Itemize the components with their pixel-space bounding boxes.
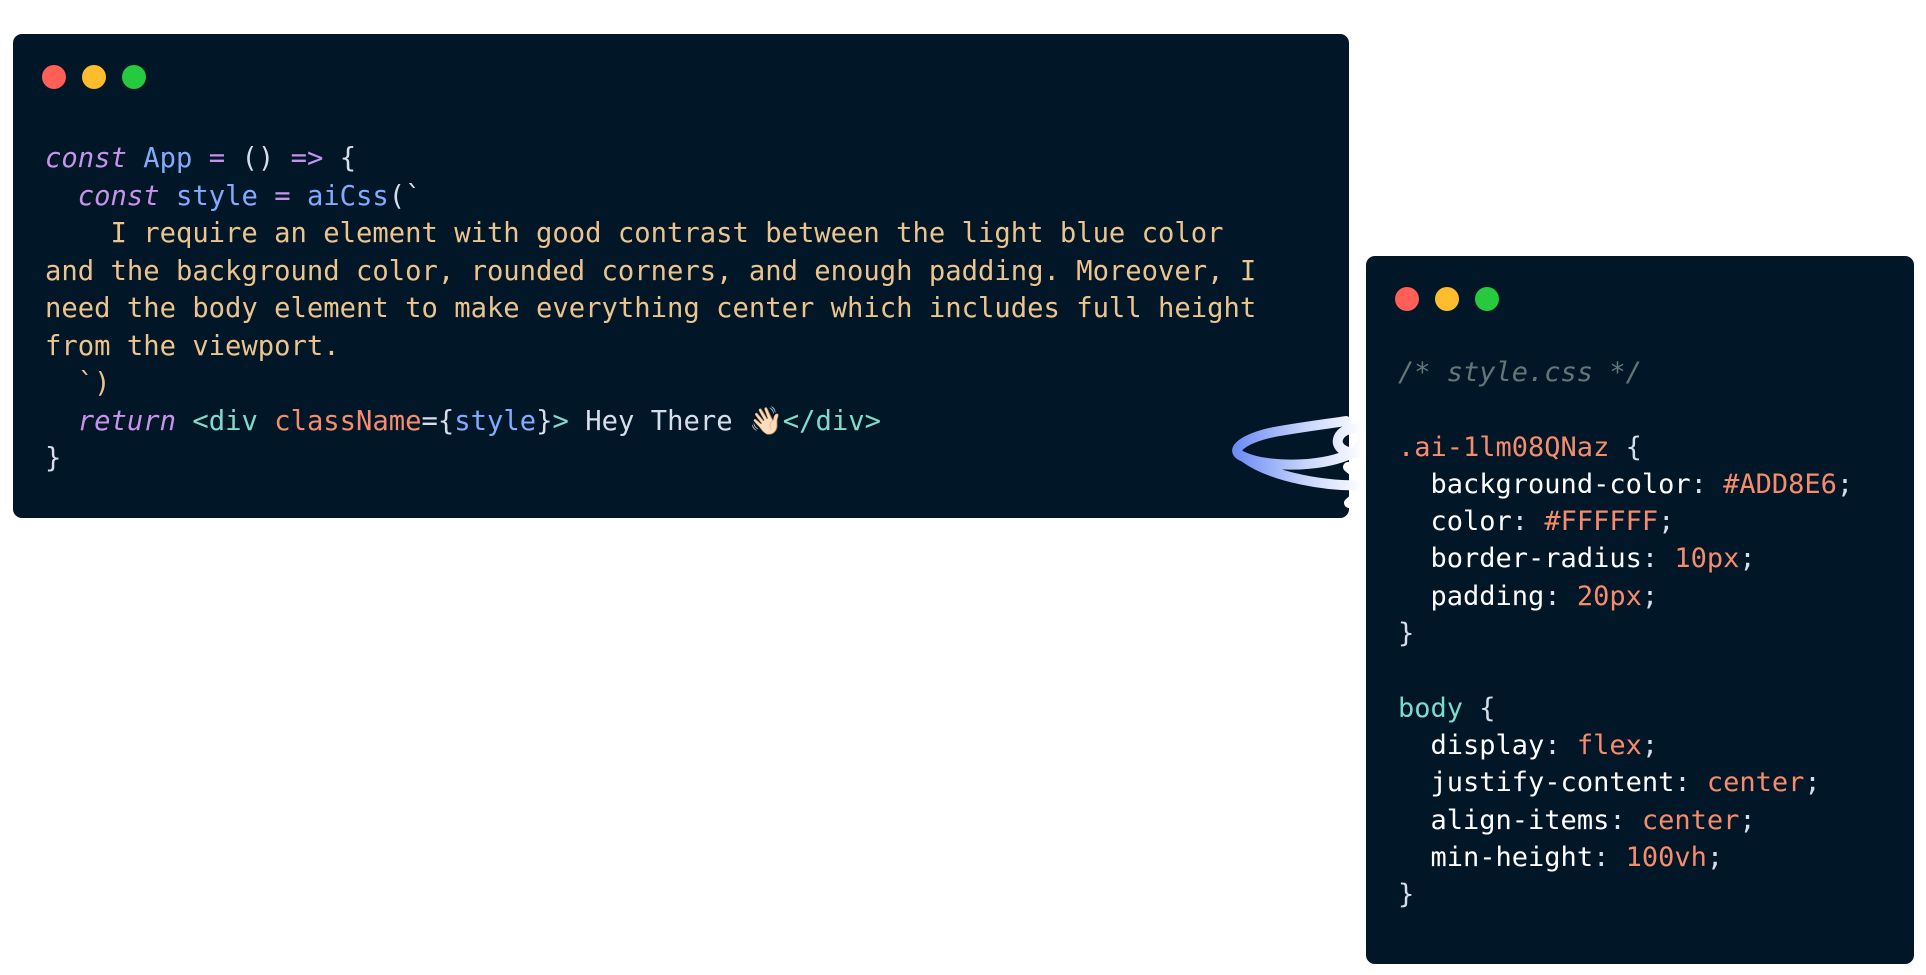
prompt-string-line: and the background color, rounded corner…: [45, 255, 1257, 287]
code-line: const style = aiCss(`: [45, 181, 422, 212]
css-property: color: [1430, 506, 1512, 538]
css-value: 10px: [1674, 543, 1740, 575]
close-dot-icon[interactable]: [42, 65, 66, 89]
jsx-tag: <div: [192, 405, 258, 437]
punctuation: {: [437, 405, 455, 437]
maximize-dot-icon[interactable]: [1475, 287, 1499, 311]
jsx-tag: >: [552, 405, 569, 437]
open-brace: {: [1479, 692, 1496, 724]
jsx-code-block: const App = () => { const style = aiCss(…: [45, 140, 1256, 478]
prompt-string-line: from the viewport.: [45, 330, 340, 362]
maximize-dot-icon[interactable]: [122, 65, 146, 89]
waving-hand-icon: 👋🏻: [748, 405, 783, 437]
keyword: const: [77, 180, 160, 212]
punctuation: {: [339, 143, 357, 174]
close-brace: }: [1398, 618, 1415, 650]
css-property: min-height: [1430, 841, 1594, 873]
identifier: style: [175, 180, 258, 212]
css-code-block: /* style.css */ .ai-1lm08QNaz { backgrou…: [1398, 357, 1854, 911]
css-value: center: [1706, 767, 1805, 799]
code-line: const App = () => {: [45, 143, 356, 174]
css-selector: .ai-1lm08QNaz: [1398, 431, 1610, 463]
operator: =: [274, 180, 291, 212]
keyword: return: [77, 405, 176, 437]
prompt-string-line: need the body element to make everything…: [45, 293, 1257, 324]
css-property: border-radius: [1430, 543, 1642, 575]
arrow-stroke: [1232, 416, 1369, 491]
jsx-text: Hey There: [568, 405, 749, 437]
close-dot-icon[interactable]: [1395, 287, 1419, 311]
jsx-code-window: const App = () => { const style = aiCss(…: [13, 34, 1349, 518]
window-controls: [1395, 287, 1499, 311]
css-property: padding: [1430, 580, 1545, 612]
css-comment: /* style.css */: [1398, 357, 1642, 388]
css-property: justify-content: [1430, 767, 1675, 799]
css-value: center: [1641, 804, 1740, 836]
identifier: App: [143, 143, 193, 174]
operator: =: [208, 143, 226, 174]
identifier: style: [454, 405, 537, 437]
css-property: align-items: [1430, 804, 1610, 836]
css-value: #FFFFFF: [1544, 506, 1659, 538]
css-value: #ADD8E6: [1723, 468, 1837, 500]
prompt-string-line: I require an element with good contrast …: [45, 218, 1224, 249]
close-brace: }: [1398, 879, 1415, 911]
keyword: const: [45, 143, 127, 174]
css-property: display: [1430, 729, 1545, 761]
template-close-line: `): [45, 368, 111, 399]
punctuation: (`: [388, 180, 422, 212]
jsx-tag: </div>: [782, 405, 882, 437]
code-line: return <div className={style}> Hey There…: [45, 406, 881, 437]
operator: =>: [290, 143, 324, 174]
css-value: 20px: [1576, 580, 1642, 612]
css-selector: body: [1398, 692, 1464, 724]
css-value: 100vh: [1625, 841, 1707, 873]
punctuation: }: [536, 405, 553, 437]
css-rule-header: body {: [1398, 693, 1496, 724]
open-brace: {: [1625, 431, 1642, 463]
punctuation: =: [421, 405, 438, 437]
closing-brace-line: }: [45, 443, 62, 474]
function-name: aiCss: [306, 180, 389, 212]
minimize-dot-icon[interactable]: [82, 65, 106, 89]
css-output-window: /* style.css */ .ai-1lm08QNaz { backgrou…: [1366, 256, 1914, 964]
css-rule-header: .ai-1lm08QNaz {: [1398, 432, 1642, 463]
css-value: flex: [1576, 729, 1642, 761]
minimize-dot-icon[interactable]: [1435, 287, 1459, 311]
css-property: background-color: [1430, 468, 1691, 500]
punctuation: (): [241, 143, 275, 174]
window-controls: [42, 65, 146, 89]
jsx-attribute: className: [274, 405, 422, 437]
